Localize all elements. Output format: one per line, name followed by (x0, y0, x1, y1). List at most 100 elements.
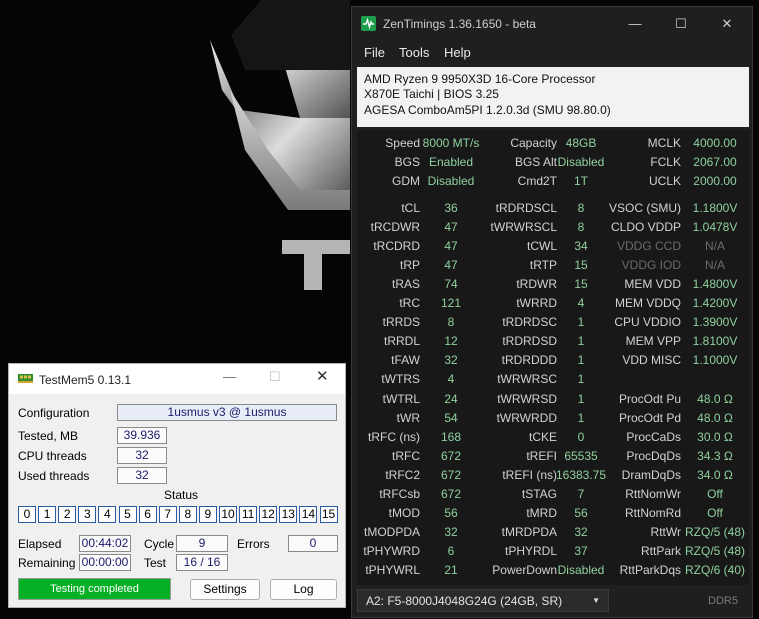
timing-label: tMRDPDA (501, 525, 557, 539)
timing-label: tPHYWRL (365, 563, 420, 577)
test-field: 16 / 16 (176, 554, 228, 571)
log-button[interactable]: Log (270, 579, 337, 600)
close-button[interactable]: ✕ (704, 7, 750, 40)
timing-label: tWRWRSC (497, 372, 557, 386)
testmem5-minimize-button[interactable]: — (223, 369, 236, 384)
timing-value: 47 (444, 220, 458, 234)
timing-value: Off (707, 506, 723, 520)
timing-label: tRCDWR (370, 220, 420, 234)
timing-value: 48.0 Ω (697, 392, 733, 406)
timing-value: 54 (444, 411, 458, 425)
timing-label: MEM VPP (625, 334, 681, 348)
configuration-field[interactable]: 1usmus v3 @ 1usmus (117, 404, 337, 421)
timing-value: 15 (574, 258, 588, 272)
timing-value: 30.0 Ω (697, 430, 733, 444)
status-cell: 1 (38, 506, 57, 523)
timing-label: tRAS (391, 277, 420, 291)
menu-help[interactable]: Help (444, 45, 471, 60)
timing-value: 56 (444, 506, 458, 520)
timing-label: tRFC2 (385, 468, 420, 482)
timing-label: ProcDqDs (626, 449, 681, 463)
tested-label: Tested, MB (18, 429, 79, 443)
test-label: Test (144, 556, 167, 570)
timing-value: 121 (440, 296, 462, 310)
status-cell: 15 (319, 506, 338, 523)
timing-label: tRDRDSD (502, 334, 557, 348)
used-threads-label: Used threads (18, 469, 90, 483)
testmem5-window: TestMem5 0.13.1 — ☐ ✕ Configuration 1usm… (8, 363, 346, 608)
timing-label: VDDG IOD (621, 258, 681, 272)
timing-label: VSOC (SMU) (609, 201, 681, 215)
timing-value: 1 (577, 372, 585, 386)
timing-value: 24 (444, 392, 458, 406)
timing-value: N/A (704, 258, 725, 272)
timing-value: 47 (444, 239, 458, 253)
timing-label: tRFC (ns) (368, 430, 420, 444)
timing-value: 8 (577, 220, 585, 234)
timing-label: RttWr (650, 525, 681, 539)
status-cell: 11 (239, 506, 258, 523)
timing-value: 1 (577, 411, 585, 425)
timing-value: RZQ/5 (48) (685, 544, 746, 558)
chevron-down-icon: ▼ (592, 596, 600, 605)
dimm-select-value: A2: F5-8000J4048G24G (24GB, SR) (366, 594, 563, 608)
timing-label: CPU VDDIO (614, 315, 681, 329)
cpu-threads-label: CPU threads (18, 449, 87, 463)
timing-label: tWRRD (516, 296, 557, 310)
timing-label: BGS (394, 155, 420, 169)
timing-value: RZQ/6 (40) (685, 563, 746, 577)
timing-label: RttPark (640, 544, 681, 558)
timing-label: Speed (385, 136, 420, 150)
timing-value: 21 (444, 563, 458, 577)
settings-button[interactable]: Settings (190, 579, 260, 600)
timing-label: MEM VDDQ (615, 296, 681, 310)
timing-value: 56 (574, 506, 588, 520)
minimize-button[interactable]: — (612, 7, 658, 40)
timing-label: Capacity (510, 136, 557, 150)
agesa-version: AGESA ComboAm5PI 1.2.0.3d (SMU 98.80.0) (364, 103, 611, 117)
timing-label: tMOD (388, 506, 420, 520)
timing-value: Disabled (427, 174, 475, 188)
timing-value: Enabled (428, 155, 474, 169)
timing-value: 1.8100V (692, 334, 738, 348)
progress-bar: Testing completed (18, 578, 171, 600)
status-cell: 8 (178, 506, 197, 523)
memory-type-label: DDR5 (708, 595, 738, 607)
timing-label: tRCDRD (373, 239, 420, 253)
configuration-label: Configuration (18, 406, 90, 420)
testmem5-close-button[interactable]: ✕ (316, 367, 329, 385)
status-cell: 10 (219, 506, 237, 523)
status-cell: 5 (118, 506, 137, 523)
status-cell: 12 (259, 506, 278, 523)
timing-value: 65535 (564, 449, 598, 463)
timing-label: BGS Alt (514, 155, 557, 169)
dimm-select[interactable]: A2: F5-8000J4048G24G (24GB, SR) ▼ (357, 589, 609, 612)
timing-value: 34.0 Ω (697, 468, 733, 482)
used-threads-field: 32 (117, 467, 167, 484)
timing-label: ProcOdt Pd (618, 411, 681, 425)
timing-label: RttNomRd (624, 506, 681, 520)
timing-value: 1 (577, 353, 585, 367)
timing-value: 672 (440, 468, 462, 482)
zentimings-logo-icon (361, 16, 376, 31)
ram-module-icon (18, 374, 33, 383)
motherboard-bios: X870E Taichi | BIOS 3.25 (364, 87, 499, 101)
menu-tools[interactable]: Tools (399, 45, 429, 60)
menu-file[interactable]: File (364, 45, 385, 60)
timing-label: tWRWRSD (497, 392, 557, 406)
timing-label: tWTRL (382, 392, 420, 406)
timing-label: tWR (396, 411, 420, 425)
timing-value: 16383.75 (555, 468, 607, 482)
zentimings-window: ZenTimings 1.36.1650 - beta — ☐ ✕ File T… (351, 6, 753, 618)
timing-value: 2067.00 (693, 155, 737, 169)
status-cell: 2 (58, 506, 77, 523)
status-cell: 4 (98, 506, 117, 523)
timing-value: 672 (440, 449, 462, 463)
timing-value: 1.4200V (692, 296, 738, 310)
timing-value: 1.0478V (692, 220, 738, 234)
testmem5-maximize-button[interactable]: ☐ (269, 369, 281, 385)
zentimings-title-bar[interactable]: ZenTimings 1.36.1650 - beta — ☐ ✕ (352, 7, 752, 40)
timings-grid: Speed 8000 MT/s Capacity 48GB MCLK 4000.00 BGS… (357, 130, 749, 585)
testmem5-title-bar[interactable]: TestMem5 0.13.1 — ☐ ✕ (9, 364, 345, 394)
maximize-button[interactable]: ☐ (658, 7, 704, 40)
